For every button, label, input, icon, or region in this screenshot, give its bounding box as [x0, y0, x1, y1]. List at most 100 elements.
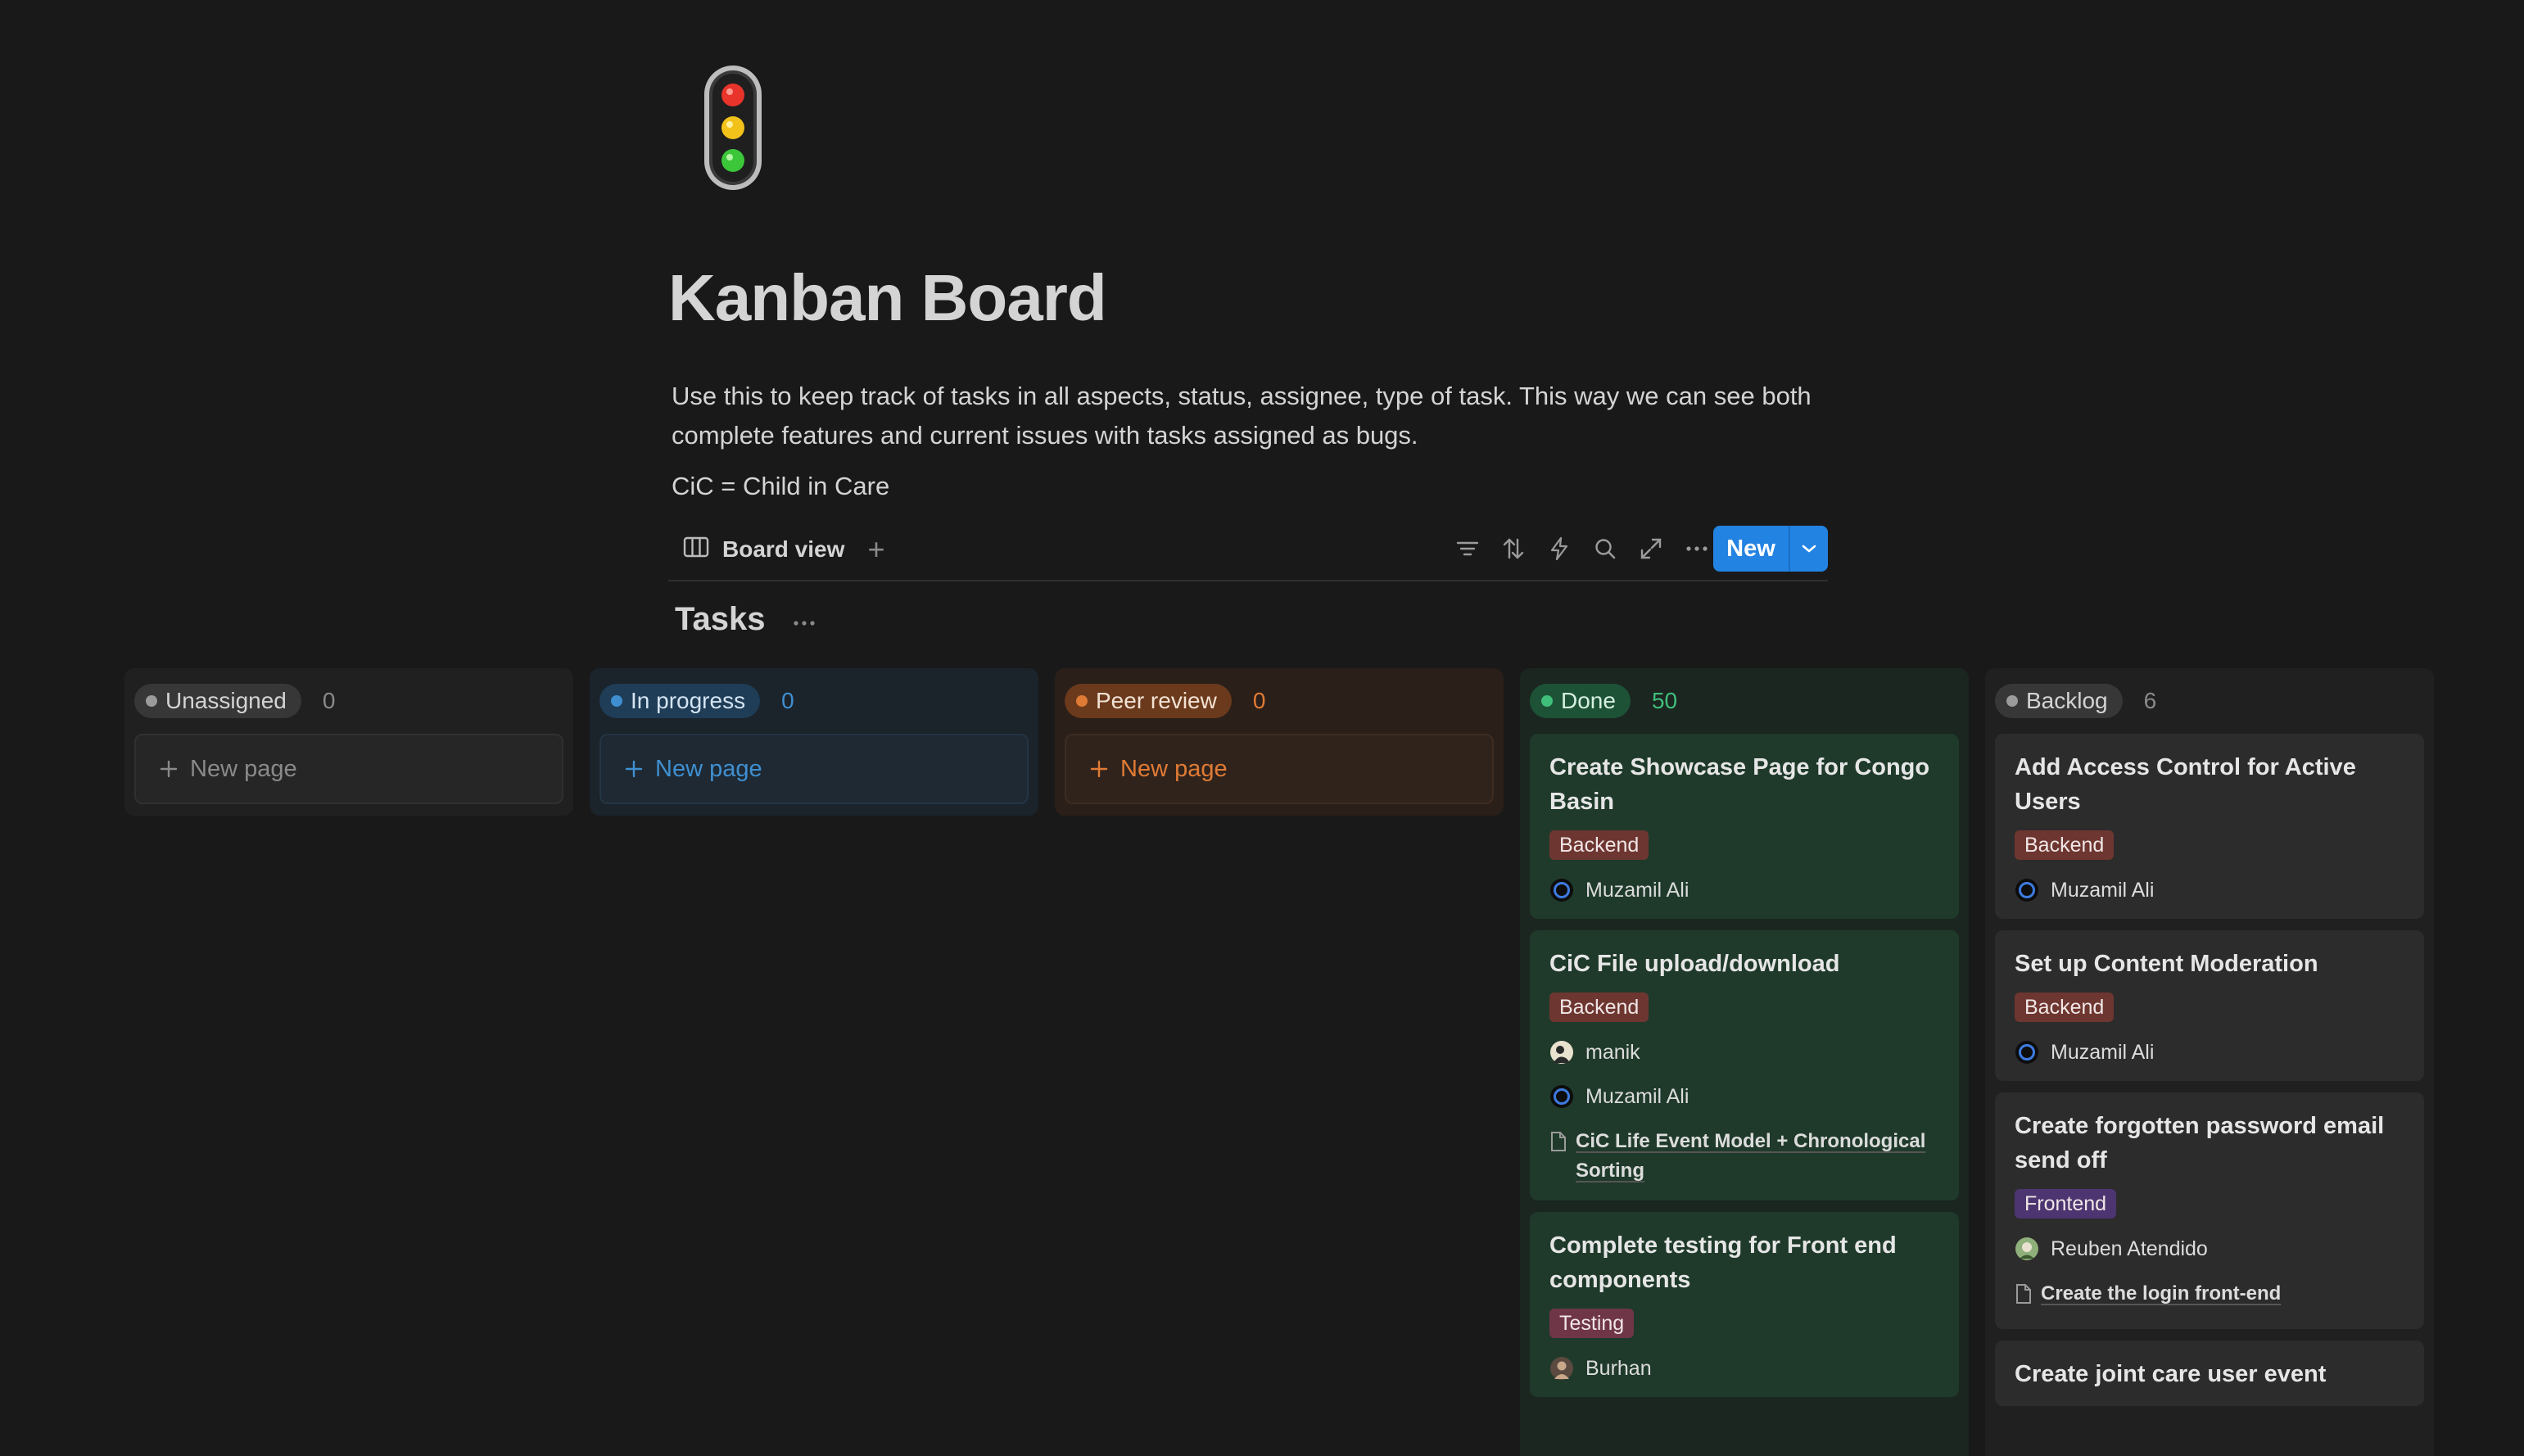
card-title: Add Access Control for Active Users — [2015, 754, 2356, 815]
column-header: Done 50 — [1520, 668, 1969, 734]
status-badge[interactable]: Peer review — [1065, 684, 1232, 718]
status-label: Unassigned — [165, 688, 287, 713]
assignee: Muzamil Ali — [2015, 876, 2404, 904]
automation-lightning-icon[interactable] — [1543, 532, 1576, 565]
tag-badge: Backend — [2015, 830, 2115, 860]
assignee-name: Muzamil Ali — [1585, 1084, 1689, 1108]
card-title: Create Showcase Page for Congo Basin — [1549, 754, 1930, 815]
sort-icon[interactable] — [1497, 532, 1530, 565]
filter-icon[interactable] — [1451, 532, 1484, 565]
search-icon[interactable] — [1589, 532, 1622, 565]
plus-icon — [624, 759, 644, 779]
board-column-in-progress: In progress 0 New page — [590, 668, 1038, 816]
tag-badge: Backend — [2015, 993, 2115, 1022]
more-icon[interactable] — [1680, 532, 1713, 565]
tag-badge: Testing — [1549, 1309, 1635, 1338]
page-icon — [2015, 1279, 2033, 1314]
page-icon — [1549, 1127, 1567, 1162]
assignee: Burhan — [1549, 1354, 1939, 1382]
task-card[interactable]: Create joint care user event — [1995, 1341, 2424, 1406]
status-dot-icon — [611, 695, 622, 707]
status-dot-icon — [2006, 695, 2018, 707]
column-count: 6 — [2143, 688, 2157, 713]
tab-board-view[interactable]: Board view — [683, 529, 844, 570]
assignee-name: Muzamil Ali — [2051, 1040, 2155, 1064]
view-toolbar: Board view + New — [668, 521, 1828, 581]
status-badge[interactable]: Unassigned — [134, 684, 301, 718]
column-header: Unassigned 0 — [124, 668, 573, 734]
new-page-label: New page — [190, 755, 297, 782]
related-page-link[interactable]: CiC Life Event Model + Chronological Sor… — [1549, 1127, 1939, 1186]
column-count: 0 — [781, 688, 794, 713]
kanban-page: Kanban Board Use this to keep track of t… — [0, 0, 2524, 1456]
status-label: Done — [1561, 688, 1616, 713]
avatar — [1549, 878, 1574, 902]
page-note[interactable]: CiC = Child in Care — [672, 467, 889, 506]
card-title: Create forgotten password email send off — [2015, 1113, 2385, 1173]
card-title: Set up Content Moderation — [2015, 951, 2318, 977]
related-page-link[interactable]: Create the login front-end — [2015, 1279, 2404, 1314]
page-title[interactable]: Kanban Board — [668, 260, 1107, 336]
tag-badge: Backend — [1549, 830, 1649, 860]
task-card[interactable]: Create Showcase Page for Congo Basin Back… — [1530, 734, 1959, 919]
assignee-name: manik — [1585, 1040, 1640, 1064]
column-count: 50 — [1651, 688, 1678, 713]
status-dot-icon — [1076, 695, 1088, 707]
page-description[interactable]: Use this to keep track of tasks in all a… — [672, 377, 1834, 455]
column-header: Backlog 6 — [1985, 668, 2434, 734]
traffic-light-icon[interactable] — [701, 64, 765, 192]
assignee-name: Reuben Atendido — [2051, 1237, 2208, 1260]
column-count: 0 — [1252, 688, 1266, 713]
task-card[interactable]: Set up Content Moderation Backend Muzamil … — [1995, 930, 2424, 1081]
assignee: manik — [1549, 1038, 1939, 1066]
task-card[interactable]: Add Access Control for Active Users Backe… — [1995, 734, 2424, 919]
avatar — [2015, 1237, 2039, 1261]
task-card[interactable]: Complete testing for Front end component… — [1530, 1212, 1959, 1397]
new-page-button[interactable]: New page — [134, 734, 563, 804]
column-header: Peer review 0 — [1055, 668, 1504, 734]
status-badge[interactable]: Done — [1530, 684, 1631, 718]
avatar — [1549, 1084, 1574, 1109]
expand-icon[interactable] — [1635, 532, 1667, 565]
new-page-label: New page — [1120, 755, 1228, 782]
status-label: Peer review — [1096, 688, 1217, 713]
board-column-peer-review: Peer review 0 New page — [1055, 668, 1504, 816]
board-view-icon — [683, 536, 709, 564]
new-page-button[interactable]: New page — [599, 734, 1029, 804]
add-view-button[interactable]: + — [860, 529, 893, 570]
avatar — [2015, 1040, 2039, 1065]
board-column-unassigned: Unassigned 0 New page — [124, 668, 573, 816]
new-button[interactable]: New — [1713, 526, 1828, 572]
new-page-button[interactable]: New page — [1065, 734, 1494, 804]
view-label: Board view — [722, 536, 845, 562]
database-title[interactable]: Tasks — [675, 601, 765, 638]
database-more-icon[interactable] — [789, 611, 819, 635]
tag-badge: Frontend — [2015, 1189, 2117, 1219]
assignee: Muzamil Ali — [2015, 1038, 2404, 1066]
task-card[interactable]: CiC File upload/download Backend manik Muza… — [1530, 930, 1959, 1201]
tag-badge: Backend — [1549, 993, 1649, 1022]
assignee-name: Muzamil Ali — [2051, 878, 2155, 902]
avatar — [1549, 1040, 1574, 1065]
task-card[interactable]: Create forgotten password email send off… — [1995, 1092, 2424, 1329]
status-badge[interactable]: In progress — [599, 684, 761, 718]
assignee-name: Burhan — [1585, 1356, 1652, 1380]
board-column-done: Done 50 Create Showcase Page for Congo Bas… — [1520, 668, 1969, 1456]
assignee: Reuben Atendido — [2015, 1235, 2404, 1263]
avatar — [1549, 1356, 1574, 1381]
new-page-label: New page — [655, 755, 762, 782]
board-column-backlog: Backlog 6 Add Access Control for Active Us… — [1985, 668, 2434, 1456]
card-title: CiC File upload/download — [1549, 951, 1840, 977]
related-page-title: CiC Life Event Model + Chronological Sor… — [1576, 1130, 1926, 1182]
assignee: Muzamil Ali — [1549, 876, 1939, 904]
status-label: In progress — [631, 688, 746, 713]
plus-icon — [159, 759, 179, 779]
plus-icon — [1089, 759, 1109, 779]
related-page-title: Create the login front-end — [2041, 1282, 2282, 1305]
status-dot-icon — [146, 695, 157, 707]
status-badge[interactable]: Backlog — [1995, 684, 2123, 718]
assignee-name: Muzamil Ali — [1585, 878, 1689, 902]
avatar — [2015, 878, 2039, 902]
column-count: 0 — [322, 688, 336, 713]
chevron-down-icon[interactable] — [1790, 544, 1828, 554]
